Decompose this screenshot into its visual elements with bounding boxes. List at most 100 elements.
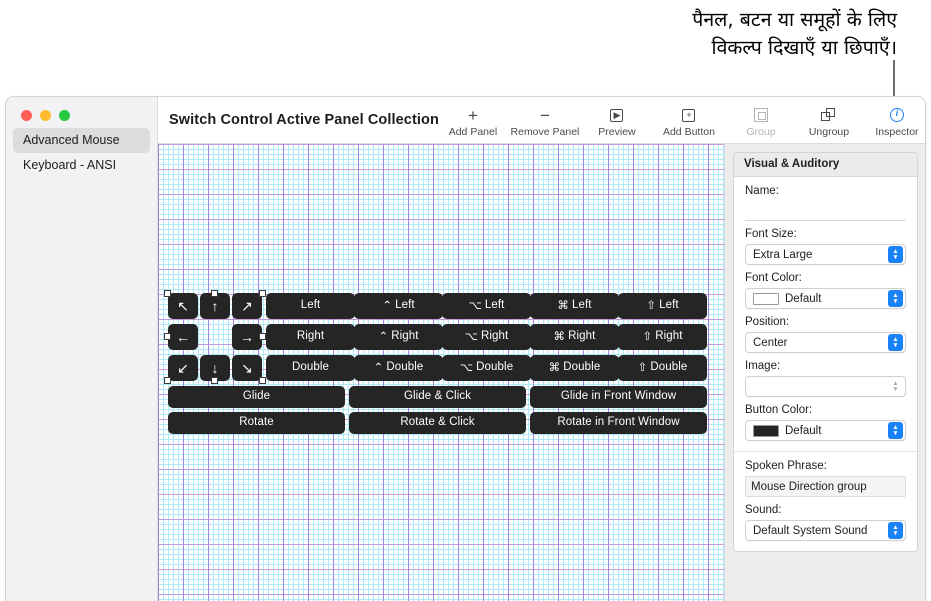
position-value: Center	[753, 336, 788, 349]
selection-handle[interactable]	[211, 377, 218, 384]
command-modifier-icon: ⌘	[557, 298, 569, 313]
button-shift-right[interactable]: ⇧ Right	[618, 324, 707, 350]
button-right[interactable]: →	[232, 324, 262, 350]
sound-value: Default System Sound	[753, 524, 868, 537]
selection-handle[interactable]	[259, 290, 266, 297]
position-select[interactable]: Center ▲ ▼	[745, 332, 906, 353]
button-command-left[interactable]: ⌘ Left	[530, 293, 619, 319]
button-left[interactable]: ←	[168, 324, 198, 350]
button-glide-front-window[interactable]: Glide in Front Window	[530, 386, 707, 408]
selection-handle[interactable]	[259, 377, 266, 384]
inspector-card: Visual & Auditory Name: Font Size: Extra…	[733, 152, 918, 552]
ungroup-button[interactable]: Ungroup	[795, 103, 863, 138]
button-up-left[interactable]: ↖	[168, 293, 198, 319]
button-glide-click[interactable]: Glide & Click	[349, 386, 526, 408]
add-button-label: Add Button	[662, 125, 715, 138]
button-glide[interactable]: Glide	[168, 386, 345, 408]
sidebar-item-keyboard-ansi[interactable]: Keyboard - ANSI	[13, 153, 150, 178]
selection-handle[interactable]	[259, 333, 266, 340]
add-panel-button[interactable]: + Add Panel	[439, 103, 507, 138]
app-window: Advanced Mouse Keyboard - ANSI Switch Co…	[5, 96, 926, 601]
panel-canvas[interactable]: ↖ ↑ ↗ ← → ↙ ↓ ↘ Left Right Double ⌃ Left…	[158, 144, 725, 601]
font-size-select[interactable]: Extra Large ▲ ▼	[745, 244, 906, 265]
button-command-double[interactable]: ⌘ Double	[530, 355, 619, 381]
image-select[interactable]: ▲ ▼	[745, 376, 906, 397]
button-command-right[interactable]: ⌘ Right	[530, 324, 619, 350]
document-title: Switch Control Active Panel Collection	[169, 112, 439, 128]
button-right-click[interactable]: Right	[266, 324, 355, 350]
button-label: Double	[563, 361, 601, 374]
selection-handle[interactable]	[164, 290, 171, 297]
selection-handle[interactable]	[164, 377, 171, 384]
font-color-swatch	[753, 292, 779, 305]
preview-icon: ▶	[610, 107, 624, 124]
button-control-left[interactable]: ⌃ Left	[354, 293, 443, 319]
button-label: Left	[572, 299, 592, 312]
name-label: Name:	[745, 185, 779, 197]
remove-panel-button[interactable]: − Remove Panel	[507, 103, 583, 138]
button-control-double[interactable]: ⌃ Double	[354, 355, 443, 381]
button-shift-left[interactable]: ⇧ Left	[618, 293, 707, 319]
button-rotate-click[interactable]: Rotate & Click	[349, 412, 526, 434]
inspector-button[interactable]: i Inspector	[863, 103, 925, 138]
spoken-phrase-input[interactable]: Mouse Direction group	[745, 476, 906, 497]
maximize-button[interactable]	[59, 110, 70, 121]
button-label: Right	[296, 330, 325, 343]
button-control-right[interactable]: ⌃ Right	[354, 324, 443, 350]
close-button[interactable]	[21, 110, 32, 121]
add-button-button[interactable]: + Add Button	[651, 103, 727, 138]
button-label: Rotate	[239, 416, 274, 429]
image-label: Image:	[745, 360, 781, 372]
button-rotate-front-window[interactable]: Rotate in Front Window	[530, 412, 707, 434]
button-rotate[interactable]: Rotate	[168, 412, 345, 434]
option-modifier-icon: ⌥	[464, 329, 478, 344]
button-down-right[interactable]: ↘	[232, 355, 262, 381]
button-label: Left	[395, 299, 415, 312]
button-left-click[interactable]: Left	[266, 293, 355, 319]
button-label: Left	[659, 299, 679, 312]
sound-label: Sound:	[745, 504, 782, 516]
button-color-swatch	[753, 424, 779, 437]
button-option-double[interactable]: ⌥ Double	[442, 355, 531, 381]
info-icon: i	[889, 107, 904, 124]
button-label: Right	[655, 330, 683, 343]
toolbar: Switch Control Active Panel Collection +…	[158, 97, 925, 144]
group-button[interactable]: Group	[727, 103, 795, 138]
group-label: Group	[746, 125, 776, 138]
selection-handle[interactable]	[164, 333, 171, 340]
button-color-select[interactable]: Default ▲ ▼	[745, 420, 906, 441]
button-color-value: Default	[785, 424, 822, 437]
up-right-arrow-icon: ↗	[241, 298, 253, 314]
button-double-click[interactable]: Double	[266, 355, 355, 381]
button-up-right[interactable]: ↗	[232, 293, 262, 319]
sidebar-item-advanced-mouse[interactable]: Advanced Mouse	[13, 128, 150, 153]
shift-modifier-icon: ⇧	[642, 329, 653, 344]
button-shift-double[interactable]: ⇧ Double	[618, 355, 707, 381]
button-down-left[interactable]: ↙	[168, 355, 198, 381]
font-color-label: Font Color:	[745, 272, 802, 284]
font-color-select[interactable]: Default ▲ ▼	[745, 288, 906, 309]
minimize-button[interactable]	[40, 110, 51, 121]
selection-handle[interactable]	[211, 290, 218, 297]
callout-annotation-text: पैनल, बटन या समूहों के लिए विकल्प दिखाएँ…	[692, 8, 897, 60]
font-color-value: Default	[785, 292, 822, 305]
down-right-arrow-icon: ↘	[241, 360, 253, 376]
group-icon	[753, 107, 768, 124]
button-label: Right	[391, 330, 419, 343]
editor-body: ↖ ↑ ↗ ← → ↙ ↓ ↘ Left Right Double ⌃ Left…	[158, 144, 925, 601]
chevron-updown-icon: ▲ ▼	[892, 379, 899, 393]
option-modifier-icon: ⌥	[468, 298, 482, 313]
chevron-updown-icon: ▲ ▼	[888, 290, 903, 307]
sound-select[interactable]: Default System Sound ▲ ▼	[745, 520, 906, 541]
button-option-left[interactable]: ⌥ Left	[442, 293, 531, 319]
button-option-right[interactable]: ⌥ Right	[442, 324, 531, 350]
inspector-label: Inspector	[875, 125, 919, 138]
button-label: Double	[386, 361, 424, 374]
command-modifier-icon: ⌘	[553, 329, 566, 344]
button-label: Right	[481, 330, 509, 343]
preview-button[interactable]: ▶ Preview	[583, 103, 651, 138]
button-label: Right	[568, 330, 596, 343]
name-input[interactable]	[745, 201, 906, 221]
button-label: Glide	[242, 390, 271, 403]
up-arrow-icon: ↑	[211, 298, 219, 314]
